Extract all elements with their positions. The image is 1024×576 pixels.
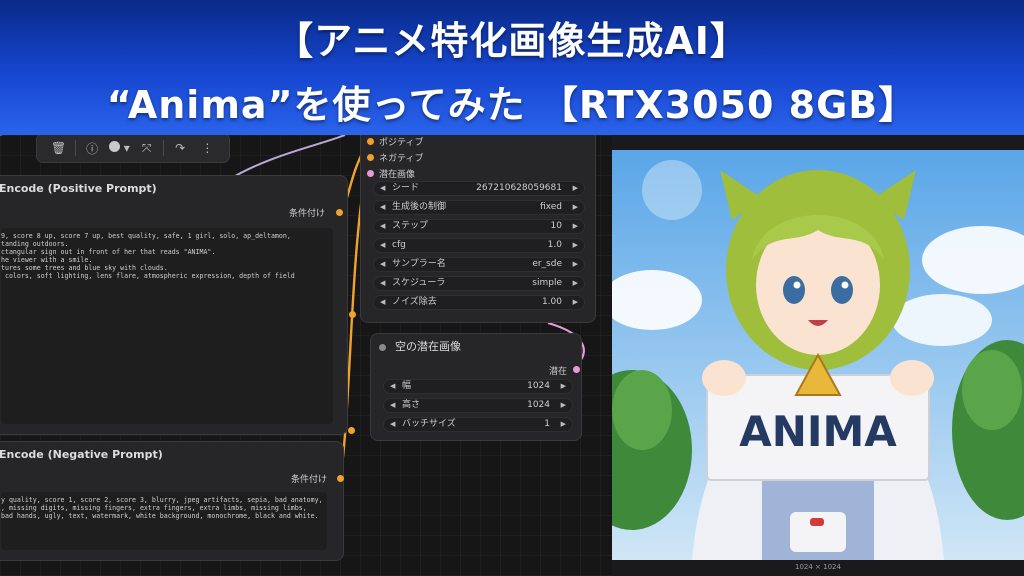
increment-icon[interactable]: ▶ bbox=[561, 399, 566, 412]
height-value: 1024 bbox=[527, 400, 550, 410]
sampler-name-value: er_sde bbox=[532, 259, 562, 269]
increment-icon[interactable]: ▶ bbox=[573, 296, 578, 309]
batch-size-label: バッチサイズ bbox=[402, 419, 456, 429]
cfg-widget[interactable]: ◀ cfg 1.0 ▶ bbox=[373, 238, 585, 253]
control-label: 生成後の制御 bbox=[392, 202, 447, 212]
redo-icon[interactable]: ↷ bbox=[169, 141, 191, 155]
sampler-name-widget[interactable]: ◀ サンプラー名 er_sde ▶ bbox=[373, 257, 585, 272]
negative-output-label: 条件付け bbox=[290, 475, 327, 485]
cfg-label: cfg bbox=[392, 240, 406, 250]
height-widget[interactable]: ◀ 高さ 1024 ▶ bbox=[383, 398, 573, 413]
decrement-icon[interactable]: ◀ bbox=[380, 220, 385, 233]
steps-label: ステップ bbox=[392, 221, 429, 231]
cfg-value: 1.0 bbox=[547, 240, 562, 250]
increment-icon[interactable]: ▶ bbox=[573, 258, 578, 271]
color-dot-icon bbox=[108, 141, 120, 152]
reroute-dot[interactable] bbox=[349, 311, 356, 318]
positive-output-label: 条件付け bbox=[288, 209, 325, 219]
increment-icon[interactable]: ▶ bbox=[561, 380, 566, 393]
width-value: 1024 bbox=[527, 381, 550, 391]
decrement-icon[interactable]: ◀ bbox=[390, 380, 395, 393]
increment-icon[interactable]: ▶ bbox=[573, 182, 578, 195]
negative-input-label: ネガティブ bbox=[379, 154, 424, 164]
scheduler-value: simple bbox=[532, 278, 562, 288]
negative-input-port[interactable] bbox=[367, 154, 374, 161]
latent-output-port[interactable] bbox=[573, 366, 580, 373]
node-status-dot bbox=[379, 344, 386, 351]
increment-icon[interactable]: ▶ bbox=[573, 277, 578, 290]
height-label: 高さ bbox=[402, 400, 421, 410]
denoise-label: ノイズ除去 bbox=[392, 297, 437, 307]
seed-value: 267210628059681 bbox=[476, 183, 562, 193]
latent-output-label: 潜在 bbox=[548, 367, 567, 377]
seed-label: シード bbox=[392, 183, 420, 193]
denoise-widget[interactable]: ◀ ノイズ除去 1.00 ▶ bbox=[373, 295, 585, 310]
positive-output-port[interactable] bbox=[336, 209, 343, 216]
negative-output-port[interactable] bbox=[337, 475, 344, 482]
info-icon[interactable]: ⓘ bbox=[81, 140, 103, 157]
increment-icon[interactable]: ▶ bbox=[573, 239, 578, 252]
batch-size-widget[interactable]: ◀ バッチサイズ 1 ▶ bbox=[383, 417, 573, 432]
negative-prompt-textarea[interactable]: y quality, score 1, score 2, score 3, bl… bbox=[1, 492, 327, 550]
control-value: fixed bbox=[540, 202, 562, 212]
color-picker-button[interactable]: ▾ bbox=[108, 141, 130, 155]
decrement-icon[interactable]: ◀ bbox=[380, 277, 385, 290]
title-banner: 【アニメ特化画像生成AI】 “Anima”を使ってみた 【RTX3050 8GB… bbox=[0, 0, 1024, 135]
decrement-icon[interactable]: ◀ bbox=[390, 418, 395, 431]
batch-size-value: 1 bbox=[544, 419, 550, 429]
positive-input-port[interactable] bbox=[367, 138, 374, 145]
sign-text: ANIMA bbox=[739, 407, 897, 456]
positive-input-label: ポジティブ bbox=[379, 138, 424, 148]
bypass-icon[interactable]: ⤧ bbox=[136, 141, 158, 156]
toolbar-divider bbox=[74, 140, 76, 156]
increment-icon[interactable]: ▶ bbox=[573, 201, 578, 214]
negative-node-title: Encode (Negative Prompt) bbox=[0, 448, 163, 461]
width-label: 幅 bbox=[402, 381, 412, 391]
decrement-icon[interactable]: ◀ bbox=[380, 201, 385, 214]
node-toolbar: 🗑 ⓘ ▾ ⤧ ↷ ⋮ bbox=[36, 135, 230, 163]
wire-top bbox=[229, 135, 346, 180]
toolbar-divider bbox=[162, 140, 164, 156]
steps-value: 10 bbox=[550, 221, 562, 231]
node-canvas[interactable]: 🗑 ⓘ ▾ ⤧ ↷ ⋮ Encode (Positive Prompt) 条件付… bbox=[0, 135, 612, 576]
scheduler-label: スケジューラ bbox=[392, 278, 446, 288]
scheduler-widget[interactable]: ◀ スケジューラ simple ▶ bbox=[373, 276, 585, 291]
positive-prompt-node[interactable]: Encode (Positive Prompt) 条件付け 9, score 8… bbox=[0, 175, 348, 435]
image-preview-panel: ANIMA 1024 × 1024 bbox=[612, 135, 1024, 576]
positive-node-title: Encode (Positive Prompt) bbox=[0, 182, 157, 195]
steps-widget[interactable]: ◀ ステップ 10 ▶ bbox=[373, 219, 585, 234]
seed-widget[interactable]: ◀ シード 267210628059681 ▶ bbox=[373, 181, 585, 196]
reroute-dot[interactable] bbox=[348, 427, 355, 434]
banner-title-line1: 【アニメ特化画像生成AI】 bbox=[275, 19, 749, 63]
ksampler-node[interactable]: ポジティブ ネガティブ 潜在画像 ◀ シード 267210628059681 ▶… bbox=[360, 135, 596, 323]
decrement-icon[interactable]: ◀ bbox=[380, 182, 385, 195]
banner-title-line2: “Anima”を使ってみた 【RTX3050 8GB】 bbox=[106, 83, 918, 127]
increment-icon[interactable]: ▶ bbox=[573, 220, 578, 233]
positive-prompt-textarea[interactable]: 9, score 8 up, score 7 up, best quality,… bbox=[1, 228, 333, 424]
decrement-icon[interactable]: ◀ bbox=[380, 239, 385, 252]
latent-input-port[interactable] bbox=[367, 170, 374, 177]
image-size-caption: 1024 × 1024 bbox=[795, 563, 841, 571]
control-after-generate-widget[interactable]: ◀ 生成後の制御 fixed ▶ bbox=[373, 200, 585, 215]
width-widget[interactable]: ◀ 幅 1024 ▶ bbox=[383, 379, 573, 394]
trash-icon[interactable]: 🗑 bbox=[48, 141, 70, 155]
denoise-value: 1.00 bbox=[541, 297, 562, 307]
latent-node-title: 空の潜在画像 bbox=[395, 340, 461, 353]
decrement-icon[interactable]: ◀ bbox=[380, 296, 385, 309]
empty-latent-node[interactable]: 空の潜在画像 潜在 ◀ 幅 1024 ▶ ◀ 高さ 1024 ▶ ◀ バッチサイ… bbox=[370, 333, 582, 441]
sampler-name-label: サンプラー名 bbox=[392, 259, 446, 269]
decrement-icon[interactable]: ◀ bbox=[390, 399, 395, 412]
increment-icon[interactable]: ▶ bbox=[561, 418, 566, 431]
latent-input-label: 潜在画像 bbox=[379, 170, 416, 180]
negative-prompt-node[interactable]: Encode (Negative Prompt) 条件付け y quality,… bbox=[0, 441, 344, 561]
more-icon[interactable]: ⋮ bbox=[196, 141, 218, 155]
generated-image: ANIMA bbox=[612, 150, 1024, 560]
decrement-icon[interactable]: ◀ bbox=[380, 258, 385, 271]
